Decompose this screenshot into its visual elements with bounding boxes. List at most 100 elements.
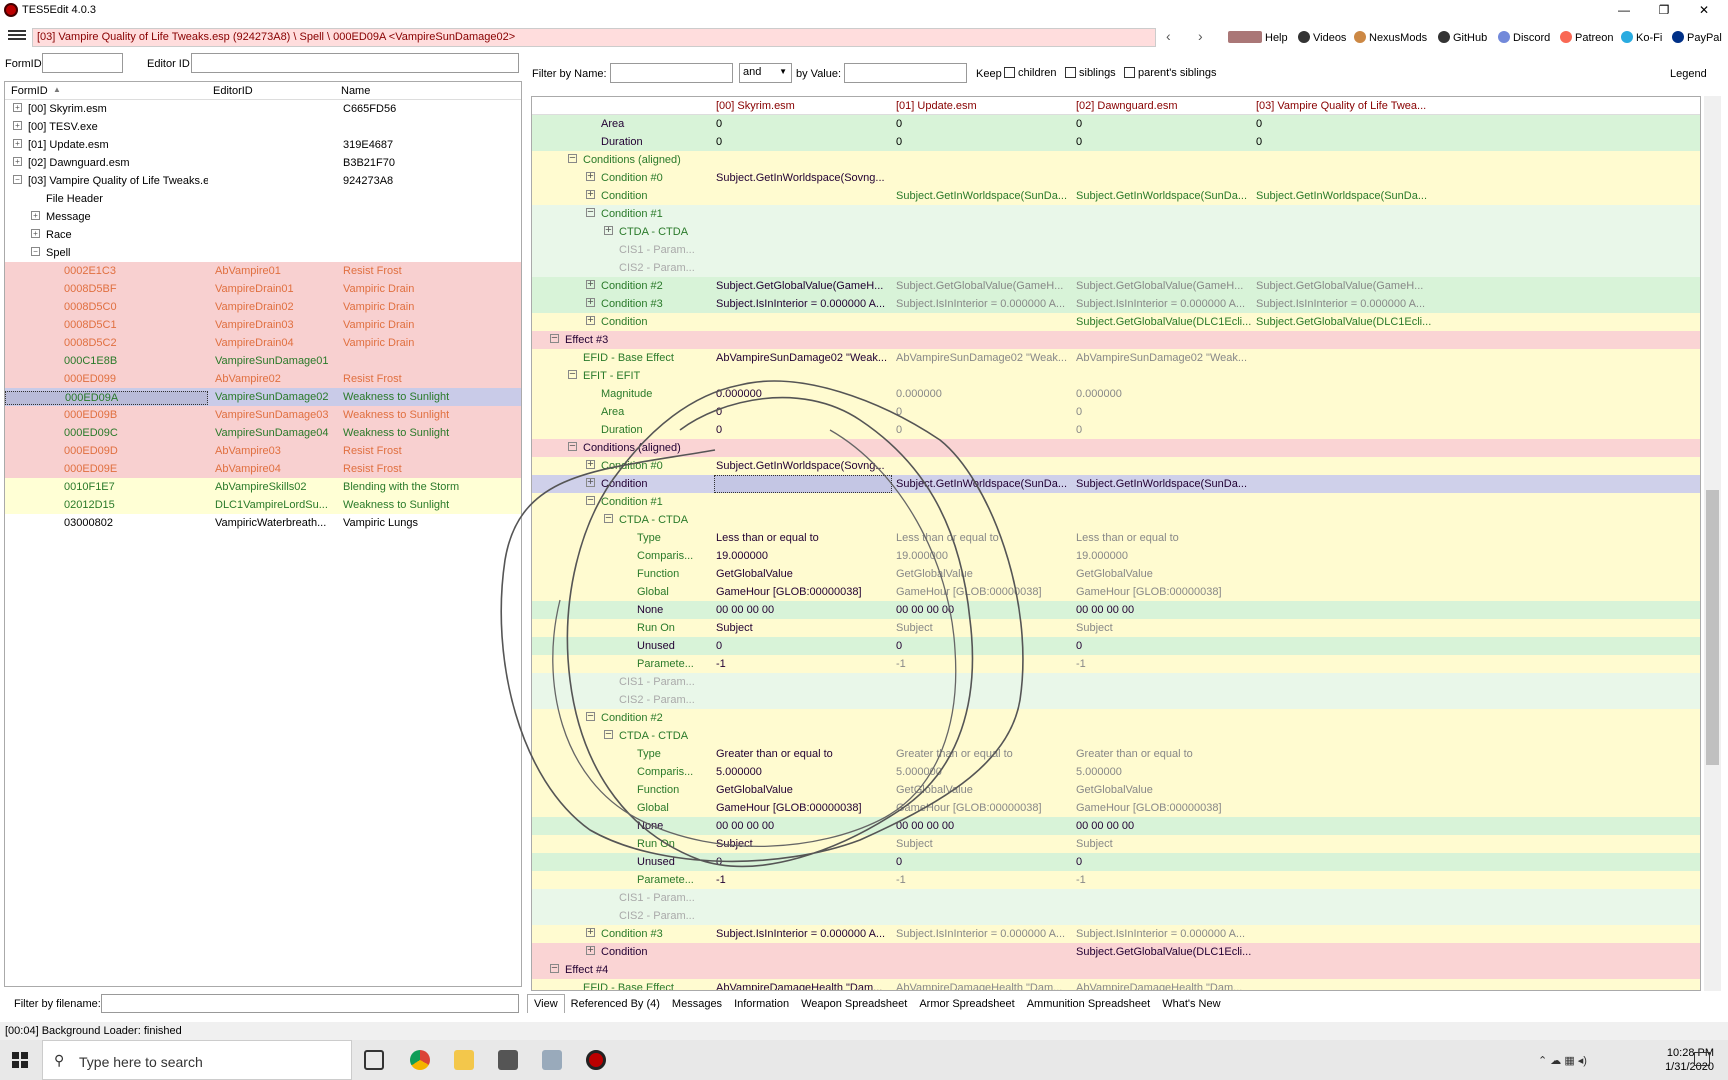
expand-icon[interactable]: + <box>586 460 595 469</box>
expand-icon[interactable]: + <box>13 103 22 112</box>
tree-row[interactable]: 000ED09E AbVampire04 Resist Frost <box>5 460 521 478</box>
kofi-link[interactable]: Ko-Fi <box>1621 31 1662 44</box>
tree-row[interactable]: 0002E1C3 AbVampire01 Resist Frost <box>5 262 521 280</box>
grid-row[interactable]: Global GameHour [GLOB:00000038] GameHour [… <box>532 799 1700 817</box>
scrollbar-thumb[interactable] <box>1706 490 1719 765</box>
tree-row[interactable]: 000ED09B VampireSunDamage03 Weakness to Su… <box>5 406 521 424</box>
chrome-icon[interactable] <box>410 1050 430 1070</box>
collapse-icon[interactable]: − <box>13 175 22 184</box>
tree-row[interactable]: 0008D5C2 VampireDrain04 Vampiric Drain <box>5 334 521 352</box>
collapse-icon[interactable]: − <box>568 442 577 451</box>
expand-icon[interactable]: + <box>586 946 595 955</box>
collapse-icon[interactable]: − <box>568 370 577 379</box>
grid-row[interactable]: + Condition #2 Subject.GetGlobalValue(Game… <box>532 277 1700 295</box>
forward-arrow-icon[interactable]: › <box>1198 28 1203 44</box>
filter-name-input[interactable] <box>610 63 733 83</box>
tab-view[interactable]: View <box>527 994 565 1013</box>
discord-link[interactable]: Discord <box>1498 31 1550 44</box>
grid-row[interactable]: EFID - Base Effect AbVampireSunDamage02 "… <box>532 349 1700 367</box>
tray-icons[interactable]: ⌃ ☁ ▦ ◂) <box>1538 1054 1587 1067</box>
formid-input[interactable] <box>42 53 123 73</box>
grid-row[interactable]: Type Less than or equal to Less than or eq… <box>532 529 1700 547</box>
tab-information[interactable]: Information <box>728 995 795 1013</box>
tree-row[interactable]: 000ED09D AbVampire03 Resist Frost <box>5 442 521 460</box>
grid-row[interactable]: − CTDA - CTDA <box>532 727 1700 745</box>
menu-icon[interactable] <box>8 28 26 42</box>
tree-row[interactable]: 02012D15 DLC1VampireLordSu... Weakness to … <box>5 496 521 514</box>
expand-icon[interactable]: + <box>586 298 595 307</box>
maximize-button[interactable]: ❐ <box>1644 0 1684 20</box>
collapse-icon[interactable]: − <box>568 154 577 163</box>
grid-row[interactable]: − Effect #3 <box>532 331 1700 349</box>
grid-row[interactable]: − Effect #4 <box>532 961 1700 979</box>
grid-row[interactable]: − Condition #2 <box>532 709 1700 727</box>
collapse-icon[interactable]: − <box>586 712 595 721</box>
col-editorid[interactable]: EditorID <box>213 85 253 97</box>
grid-row[interactable]: + Condition Subject.GetInWorldspace(SunDa.… <box>532 187 1700 205</box>
expand-icon[interactable]: + <box>13 121 22 130</box>
col-dawnguard[interactable]: [02] Dawnguard.esm <box>1076 100 1252 112</box>
collapse-icon[interactable]: − <box>604 514 613 523</box>
grid-row[interactable]: Magnitude 0.000000 0.000000 0.000000 <box>532 385 1700 403</box>
expand-icon[interactable]: + <box>586 316 595 325</box>
grid-row[interactable]: − Condition #1 <box>532 205 1700 223</box>
expand-icon[interactable]: + <box>586 478 595 487</box>
tree-row[interactable]: + [01] Update.esm 319E4687 <box>5 136 521 154</box>
tree-row[interactable]: + [00] TESV.exe <box>5 118 521 136</box>
tes5edit-taskbar-icon[interactable] <box>586 1050 606 1070</box>
grid-row[interactable]: + Condition Subject.GetGlobalValue(DLC1Ecl… <box>532 943 1700 961</box>
tree-row[interactable]: + Race <box>5 226 521 244</box>
tree-row[interactable]: + Message <box>5 208 521 226</box>
tree-row[interactable]: 0008D5BF VampireDrain01 Vampiric Drain <box>5 280 521 298</box>
tree-row[interactable]: − [03] Vampire Quality of Life Tweaks.esp… <box>5 172 521 190</box>
grid-row[interactable]: CIS2 - Param... <box>532 691 1700 709</box>
expand-icon[interactable]: + <box>13 157 22 166</box>
filter-value-input[interactable] <box>844 63 967 83</box>
grid-row[interactable]: CIS1 - Param... <box>532 241 1700 259</box>
grid-row[interactable]: Duration 0 0 0 <box>532 421 1700 439</box>
children-checkbox[interactable]: children <box>1004 67 1057 79</box>
grid-row[interactable]: − EFIT - EFIT <box>532 367 1700 385</box>
siblings-checkbox[interactable]: siblings <box>1065 67 1116 79</box>
grid-row[interactable]: Type Greater than or equal to Greater than… <box>532 745 1700 763</box>
grid-row[interactable]: CIS2 - Param... <box>532 259 1700 277</box>
grid-row[interactable]: Unused 0 0 0 <box>532 853 1700 871</box>
grid-row[interactable]: + Condition #0 Subject.GetInWorldspace(Sov… <box>532 457 1700 475</box>
record-view-grid[interactable]: [00] Skyrim.esm [01] Update.esm [02] Daw… <box>531 96 1701 991</box>
windows-start-icon[interactable] <box>12 1052 28 1068</box>
patreon-link[interactable]: Patreon <box>1560 31 1614 44</box>
grid-row[interactable]: Run On Subject Subject Subject <box>532 619 1700 637</box>
record-tree[interactable]: FormID ▲ EditorID Name + [00] Skyrim.esm C… <box>4 81 522 987</box>
legend-button[interactable]: Legend <box>1670 68 1707 80</box>
minimize-button[interactable]: — <box>1604 0 1644 20</box>
collapse-icon[interactable]: − <box>550 334 559 343</box>
tree-row[interactable]: 0010F1E7 AbVampireSkills02 Blending with t… <box>5 478 521 496</box>
grid-row[interactable]: CIS1 - Param... <box>532 889 1700 907</box>
grid-row[interactable]: Function GetGlobalValue GetGlobalValue GetG… <box>532 781 1700 799</box>
expand-icon[interactable]: + <box>586 928 595 937</box>
grid-row[interactable]: + Condition #3 Subject.IsInInterior = 0.00… <box>532 295 1700 313</box>
file-explorer-icon[interactable] <box>454 1050 474 1070</box>
grid-row[interactable]: − Condition #1 <box>532 493 1700 511</box>
mail-icon[interactable] <box>498 1050 518 1070</box>
tree-row[interactable]: − Spell <box>5 244 521 262</box>
tree-row[interactable]: 000ED099 AbVampire02 Resist Frost <box>5 370 521 388</box>
grid-row[interactable]: None 00 00 00 00 00 00 00 00 00 00 00 00 <box>532 601 1700 619</box>
grid-row[interactable]: CIS1 - Param... <box>532 673 1700 691</box>
paypal-link[interactable]: PayPal <box>1672 31 1722 44</box>
tree-row[interactable]: 000ED09A VampireSunDamage02 Weakness to Su… <box>5 388 521 406</box>
editorid-input[interactable] <box>191 53 519 73</box>
grid-row[interactable]: + CTDA - CTDA <box>532 223 1700 241</box>
nexusmods-link[interactable]: NexusMods <box>1354 31 1427 44</box>
grid-row[interactable]: Function GetGlobalValue GetGlobalValue GetG… <box>532 565 1700 583</box>
tree-row[interactable]: 000ED09C VampireSunDamage04 Weakness to Su… <box>5 424 521 442</box>
tab-referenced-by[interactable]: Referenced By (4) <box>565 995 666 1013</box>
grid-row[interactable]: Area 0 0 0 <box>532 403 1700 421</box>
col-update[interactable]: [01] Update.esm <box>896 100 1072 112</box>
tab-ammunition-spreadsheet[interactable]: Ammunition Spreadsheet <box>1021 995 1157 1013</box>
col-skyrim[interactable]: [00] Skyrim.esm <box>716 100 892 112</box>
expand-icon[interactable]: + <box>586 190 595 199</box>
grid-row[interactable]: Paramete... -1 -1 -1 <box>532 655 1700 673</box>
collapse-icon[interactable]: − <box>586 496 595 505</box>
col-formid[interactable]: FormID <box>11 85 48 97</box>
